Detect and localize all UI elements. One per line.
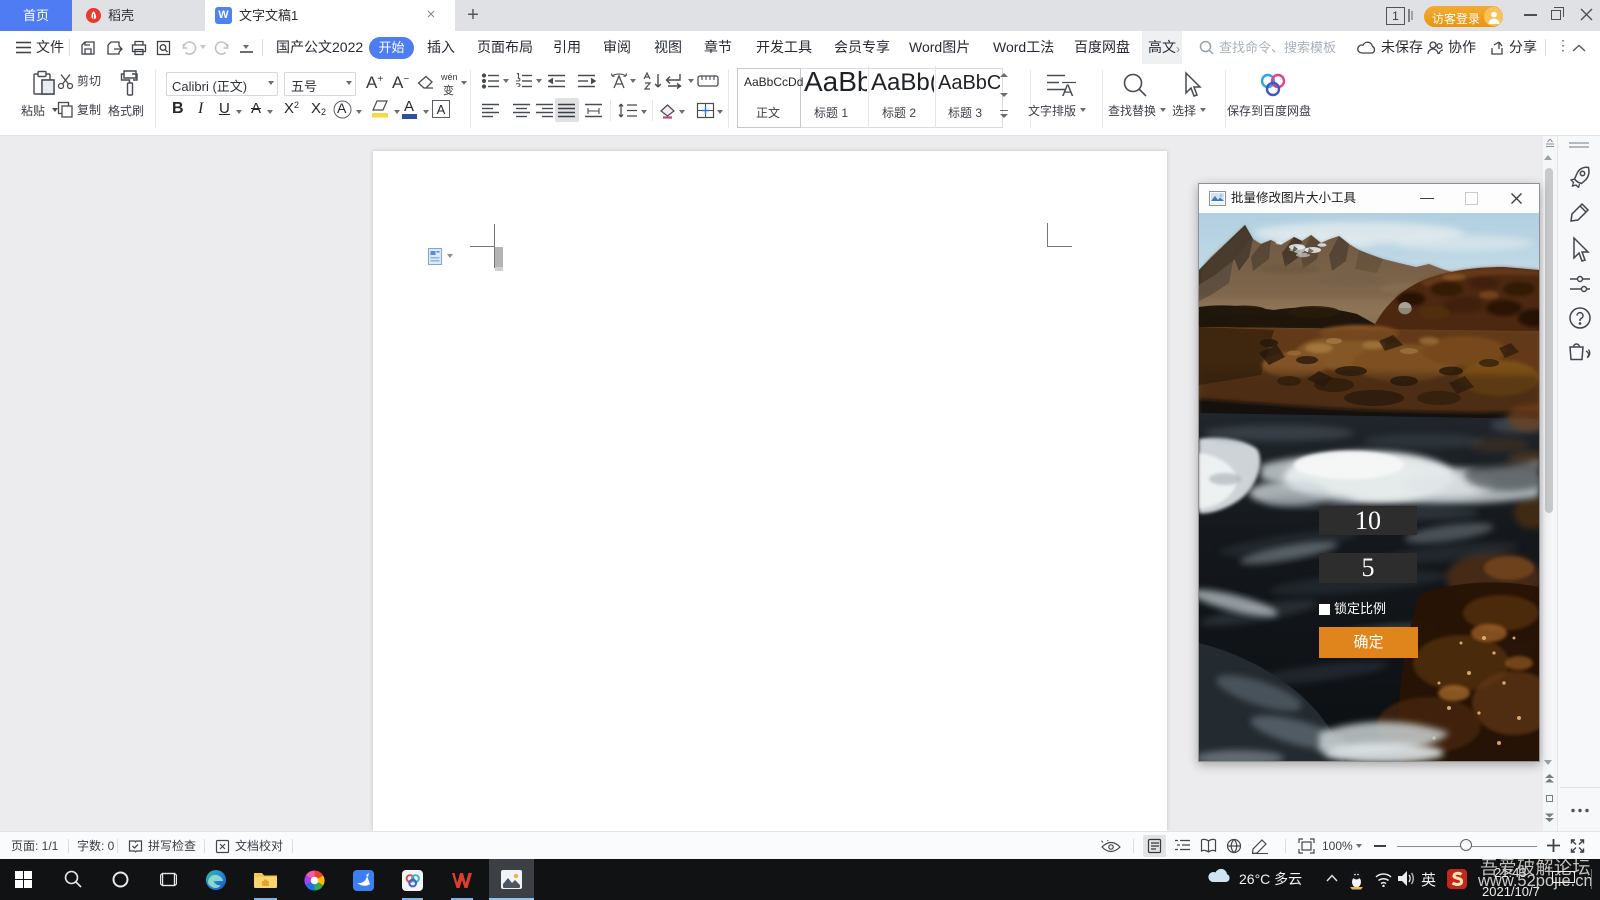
svg-text:A: A: [1062, 81, 1074, 98]
